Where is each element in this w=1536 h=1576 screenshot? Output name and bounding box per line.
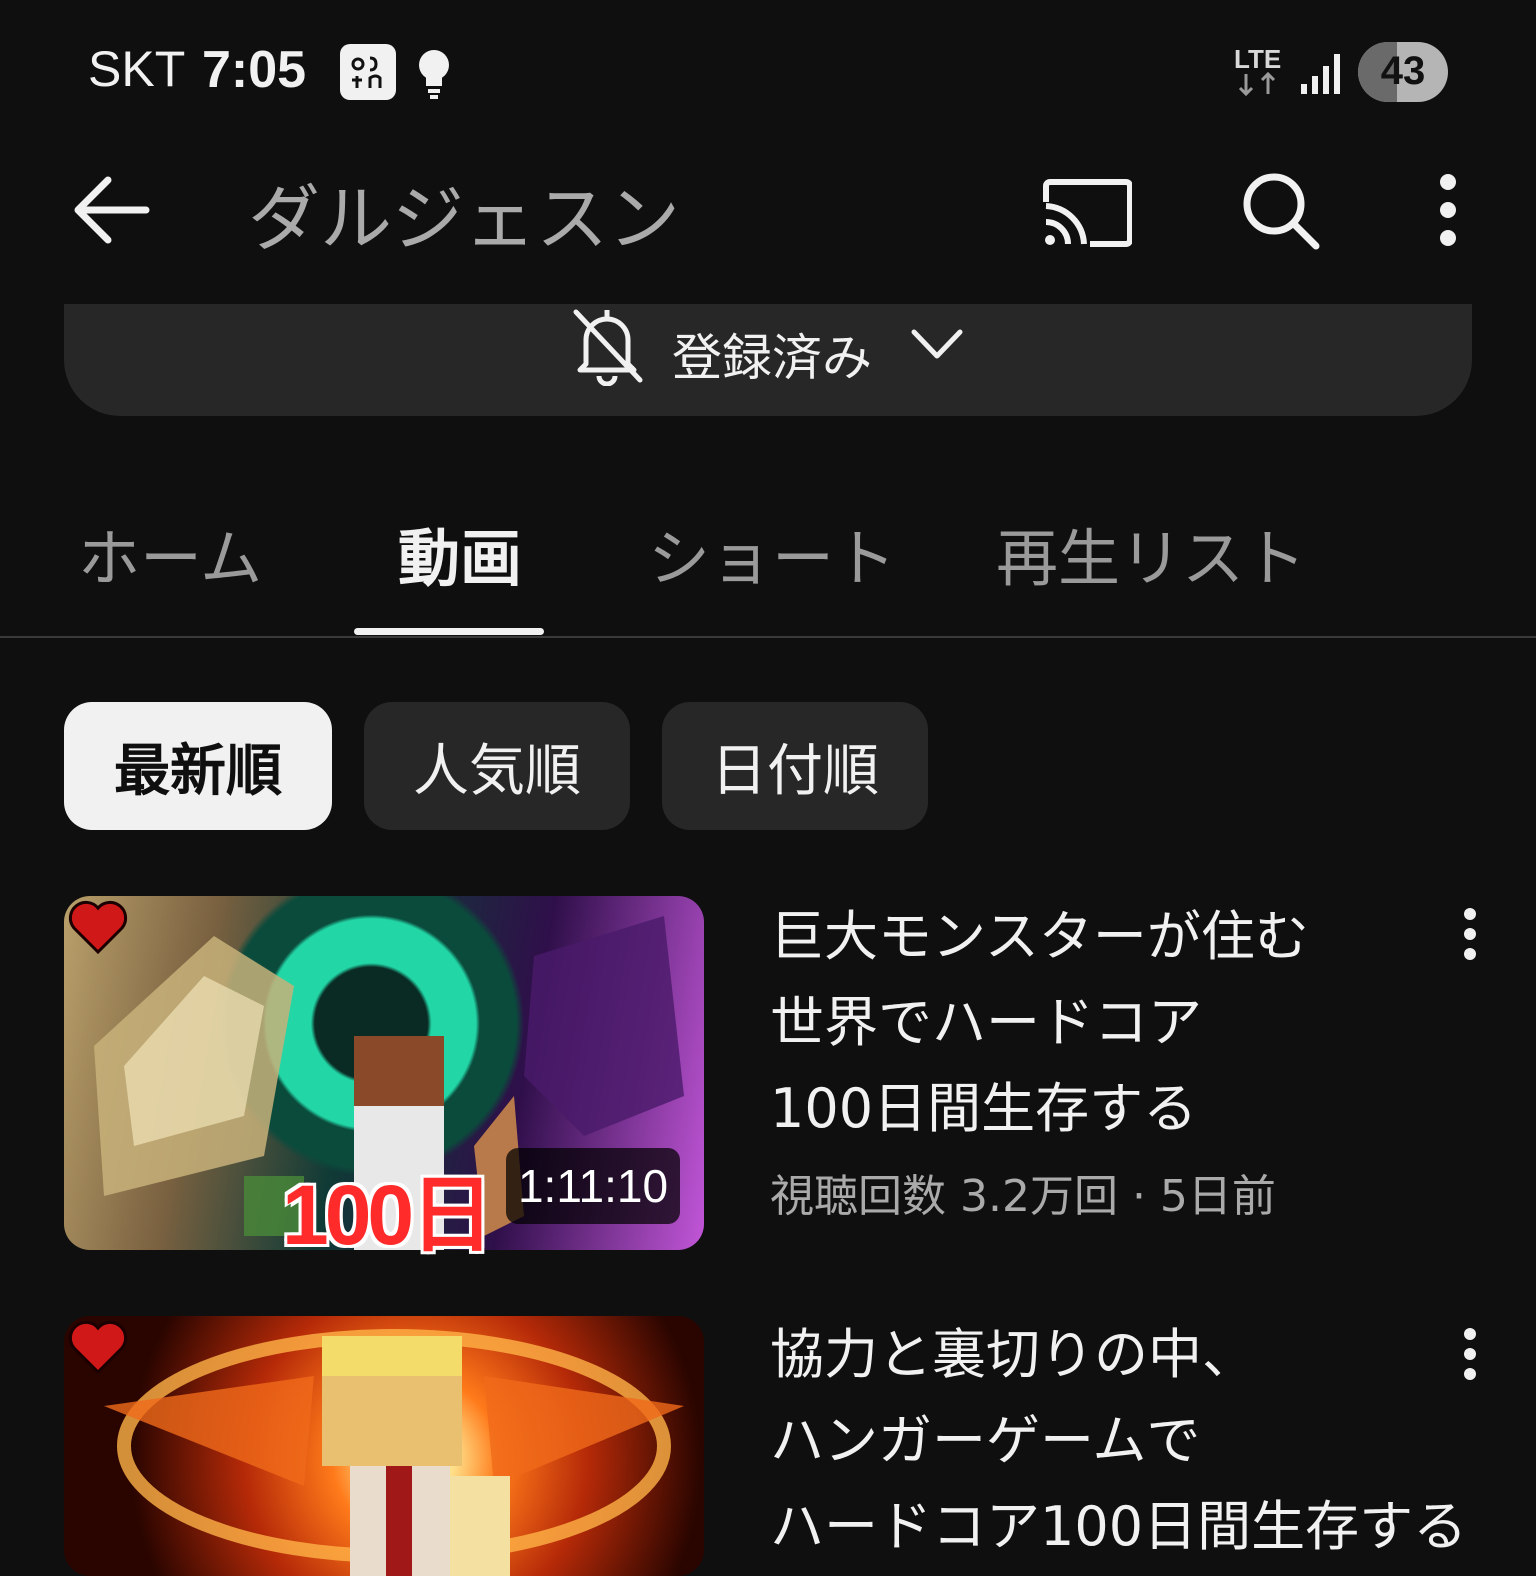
heart-icon (68, 898, 128, 958)
video-title-line: ハードコア100日間生存する (770, 1495, 1468, 1558)
video-meta: 視聴回数 3.2万回 · 5日前 (770, 1171, 1276, 1222)
tab-videos[interactable]: 動画 (398, 508, 522, 598)
tab-home[interactable]: ホーム (78, 508, 262, 598)
lte-icon: LTE (1234, 44, 1284, 98)
tab-playlists[interactable]: 再生リスト (996, 508, 1306, 598)
chip-by-date[interactable]: 日付順 (662, 702, 928, 830)
search-icon[interactable] (1240, 170, 1320, 250)
battery-icon: 43 (1358, 42, 1448, 102)
video-duration: 1:11:10 (506, 1148, 680, 1224)
heart-icon (68, 1318, 128, 1378)
video-title[interactable]: 協力と裏切りの中、 ハンガーゲームで ハードコア100日間生存する (770, 1312, 1470, 1570)
video-title-line: 世界でハードコア (770, 991, 1202, 1054)
chip-popular[interactable]: 人気順 (364, 702, 630, 830)
cast-icon[interactable] (1042, 172, 1133, 248)
signal-icon (1300, 52, 1342, 94)
video-more-icon[interactable] (1454, 1326, 1486, 1382)
chevron-down-icon (908, 322, 966, 366)
active-tab-indicator (354, 628, 544, 635)
status-carrier: SKT (88, 41, 186, 97)
tabs-divider (0, 636, 1536, 638)
subscribed-label: 登録済み (672, 329, 872, 387)
chip-latest[interactable]: 最新順 (64, 702, 332, 830)
status-time: 7:05 (202, 41, 307, 99)
battery-level: 43 (1380, 49, 1426, 93)
video-thumbnail[interactable] (64, 1316, 704, 1576)
tab-shorts[interactable]: ショート (648, 508, 896, 598)
video-title-line: ハンガーゲームで (770, 1409, 1201, 1472)
lightbulb-icon (416, 48, 452, 100)
video-title-line: 協力と裏切りの中、 (770, 1323, 1256, 1386)
video-title[interactable]: 巨大モンスターが住む 世界でハードコア 100日間生存する (770, 894, 1370, 1152)
lte-label: LTE (1234, 44, 1281, 74)
video-title-line: 巨大モンスターが住む (770, 905, 1309, 968)
app-notification-icon (340, 44, 396, 100)
video-more-icon[interactable] (1454, 906, 1486, 962)
thumbnail-text: 100日 (282, 1168, 494, 1262)
page-title: ダルジェスン (248, 177, 681, 261)
back-arrow-icon[interactable] (72, 172, 152, 248)
bell-off-icon (570, 306, 644, 387)
more-vert-icon[interactable] (1428, 170, 1468, 250)
video-title-line: 100日間生存する (770, 1077, 1198, 1140)
